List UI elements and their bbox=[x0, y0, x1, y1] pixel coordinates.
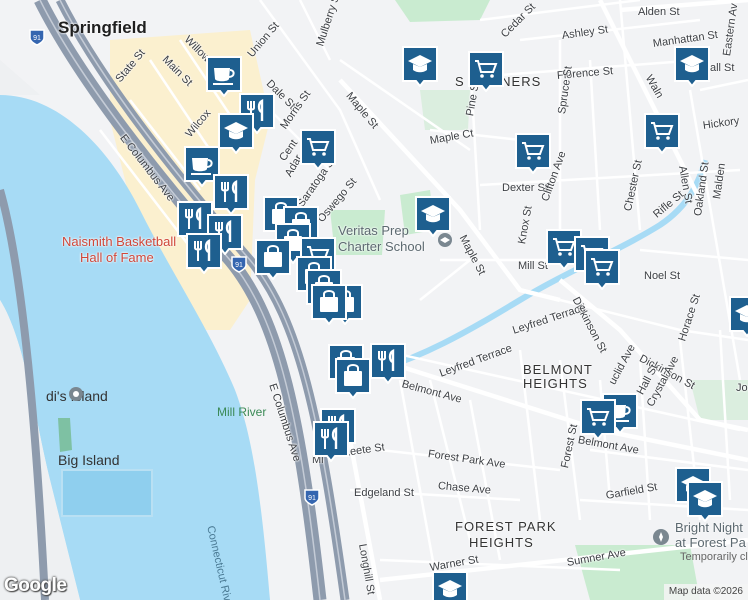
big-island-label: Big Island bbox=[58, 452, 120, 468]
bright-night-label-line2: at Forest Pa bbox=[675, 535, 746, 550]
school-pin-icon[interactable] bbox=[414, 195, 452, 237]
school-pin-icon[interactable] bbox=[217, 112, 255, 154]
shopping-cart-pin-icon[interactable] bbox=[514, 132, 552, 174]
school-pin-icon[interactable] bbox=[686, 480, 724, 522]
shopping-bag-pin-icon[interactable] bbox=[334, 357, 372, 399]
restaurant-pin-icon[interactable] bbox=[185, 232, 223, 274]
shopping-cart-pin-icon[interactable] bbox=[643, 112, 681, 154]
school-pin-icon[interactable] bbox=[401, 45, 439, 87]
veritas-label-line2: Charter School bbox=[338, 239, 425, 254]
area-label-heights: HEIGHTS bbox=[469, 535, 534, 550]
shopping-cart-pin-icon[interactable] bbox=[583, 248, 621, 290]
shopping-bag-pin-icon[interactable] bbox=[254, 238, 292, 280]
interstate-shield-icon: 91 bbox=[29, 29, 45, 46]
restaurant-pin-icon[interactable] bbox=[212, 173, 250, 215]
shopping-cart-pin-icon[interactable] bbox=[467, 50, 505, 92]
city-label: Springfield bbox=[58, 18, 147, 37]
school-pin-icon[interactable] bbox=[431, 570, 469, 600]
school-pin-icon[interactable] bbox=[728, 295, 748, 337]
school-pin-icon[interactable] bbox=[673, 45, 711, 87]
interstate-shield-icon: 91 bbox=[231, 256, 247, 273]
bright-night-label-line1: Bright Night bbox=[675, 520, 743, 535]
street-label: Mill St bbox=[518, 260, 548, 272]
interstate-shield-icon: 91 bbox=[304, 489, 320, 506]
map-canvas[interactable]: 91 91 91 Springfield Naismith Basketball… bbox=[0, 0, 748, 600]
landmark-icon bbox=[653, 529, 669, 545]
google-logo[interactable]: Google bbox=[4, 575, 67, 597]
shopping-cart-pin-icon[interactable] bbox=[579, 398, 617, 440]
naismith-label-line1: Naismith Basketball bbox=[62, 234, 177, 249]
street-label: Alden St bbox=[638, 6, 680, 18]
area-label-forest-park: FOREST PARK bbox=[455, 519, 557, 534]
cafe-pin-icon[interactable] bbox=[205, 55, 243, 97]
street-label: all St bbox=[710, 62, 735, 74]
area-label-heights: HEIGHTS bbox=[523, 376, 588, 391]
svg-text:91: 91 bbox=[308, 495, 316, 502]
shopping-bag-pin-icon[interactable] bbox=[310, 283, 348, 325]
street-label: Noel St bbox=[644, 270, 681, 282]
landmark-icon bbox=[69, 387, 83, 401]
area-label-belmont: BELMONT bbox=[523, 362, 593, 377]
street-label: Jo bbox=[736, 382, 748, 394]
veritas-label-line1: Veritas Prep bbox=[338, 223, 409, 238]
bright-night-status: Temporarily cl bbox=[680, 551, 748, 563]
restaurant-pin-icon[interactable] bbox=[369, 342, 407, 384]
mill-river-label: Mill River bbox=[217, 405, 267, 419]
svg-text:91: 91 bbox=[235, 262, 243, 269]
map-base-layer bbox=[0, 0, 748, 600]
street-label: Edgeland St bbox=[354, 487, 414, 499]
svg-text:91: 91 bbox=[33, 35, 41, 42]
map-attribution[interactable]: Map data ©2026 bbox=[663, 584, 748, 600]
naismith-label-line2: Hall of Fame bbox=[80, 250, 154, 265]
restaurant-pin-icon[interactable] bbox=[312, 420, 350, 462]
shopping-cart-pin-icon[interactable] bbox=[299, 128, 337, 170]
